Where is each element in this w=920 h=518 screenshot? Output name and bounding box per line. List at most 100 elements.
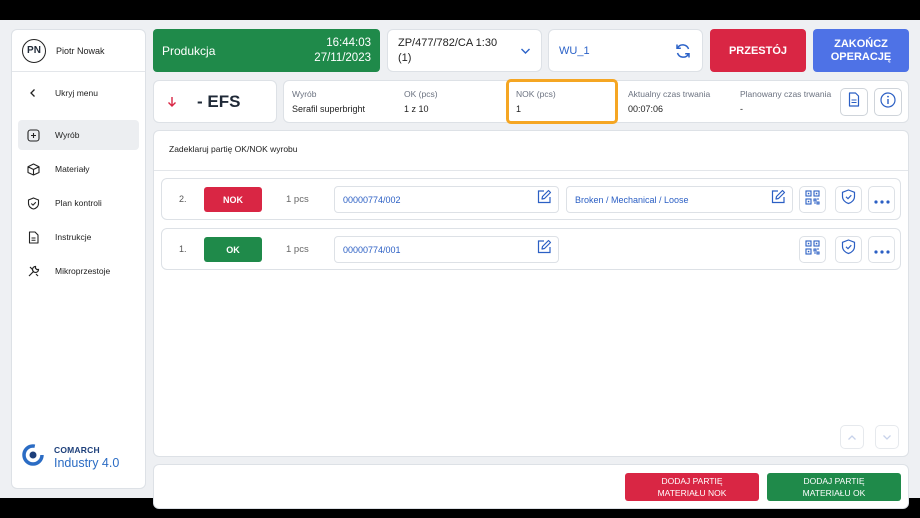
operation-card: - EFS (153, 80, 277, 123)
info-button[interactable] (874, 88, 902, 116)
chevron-left-icon (26, 86, 40, 100)
sidebar-item-label: Plan kontroli (55, 198, 102, 208)
box-icon (26, 162, 40, 176)
comarch-logo-icon (20, 443, 46, 472)
info-icon (880, 91, 896, 113)
row-number: 2. (179, 194, 187, 204)
sidebar-item-instructions[interactable]: Instrukcje (18, 222, 139, 252)
add-nok-label-line2: MATERIAŁU NOK (657, 488, 727, 498)
document-icon (26, 230, 40, 244)
sidebar-item-micro-downtime[interactable]: Mikroprzestoje (18, 256, 139, 286)
comarch-logo: COMARCH Industry 4.0 (20, 443, 119, 472)
finish-label-line1: ZAKOŃCZ (834, 37, 888, 50)
user-name: Piotr Nowak (56, 45, 105, 56)
order-number: ZP/477/782/CA 1:30 (398, 36, 498, 49)
batch-number-field[interactable]: 00000774/001 (334, 236, 559, 263)
finish-label-line2: OPERACJĘ (830, 50, 892, 63)
sidebar-item-control-plan[interactable]: Plan kontroli (18, 188, 139, 218)
scroll-down-button[interactable] (875, 425, 899, 449)
ok-value: 1 z 10 (404, 104, 429, 114)
tools-icon (26, 264, 40, 278)
refresh-icon[interactable] (674, 42, 692, 60)
planned-duration-label: Planowany czas trwania (740, 89, 832, 99)
shield-check-icon (841, 189, 856, 210)
actual-duration-info: Aktualny czas trwania 00:07:06 (628, 89, 710, 114)
avatar: PN (22, 38, 46, 63)
shield-check-icon (26, 196, 40, 210)
document-button[interactable] (840, 88, 868, 116)
add-nok-batch-button[interactable]: DODAJ PARTIĘ MATERIAŁU NOK (625, 473, 759, 501)
row-number: 1. (179, 244, 187, 254)
ok-info: OK (pcs) 1 z 10 (404, 89, 438, 114)
more-horizontal-icon (873, 241, 890, 259)
chevron-down-icon (882, 428, 892, 446)
panel-title: Zadeklaruj partię OK/NOK wyrobu (154, 131, 908, 171)
plus-square-icon (26, 128, 40, 142)
info-bar: Wyrób Serafil superbright OK (pcs) 1 z 1… (283, 79, 909, 124)
shield-check-icon (841, 239, 856, 260)
status-badge-nok[interactable]: NOK (204, 187, 262, 212)
actual-duration-label: Aktualny czas trwania (628, 89, 711, 99)
qr-code-button[interactable] (799, 236, 826, 263)
edit-icon[interactable] (536, 239, 552, 260)
sidebar-item-product[interactable]: Wyrób (18, 120, 139, 150)
workstation-name: WU_1 (559, 44, 590, 57)
sidebar-item-materials[interactable]: Materiały (18, 154, 139, 184)
nok-value: 1 (516, 104, 522, 114)
actual-duration-value: 00:07:06 (628, 104, 664, 114)
sidebar-item-label: Instrukcje (55, 232, 92, 242)
add-ok-label-line1: DODAJ PARTIĘ (803, 476, 865, 486)
qr-code-icon (805, 189, 820, 210)
chevron-up-icon (847, 428, 857, 446)
quantity: 1 pcs (286, 194, 309, 205)
app-window: PN Piotr Nowak Ukryj menu Wyrób Materiał… (0, 20, 920, 509)
footer-bar: DODAJ PARTIĘ MATERIAŁU NOK DODAJ PARTIĘ … (153, 464, 909, 509)
sidebar-item-label: Mikroprzestoje (55, 266, 111, 276)
add-ok-batch-button[interactable]: DODAJ PARTIĘ MATERIAŁU OK (767, 473, 901, 501)
quantity: 1 pcs (286, 244, 309, 255)
batch-number: 00000774/001 (343, 244, 401, 255)
user-profile[interactable]: PN Piotr Nowak (12, 30, 145, 72)
status-badge-ok[interactable]: OK (204, 237, 262, 262)
product-label: Wyrób (292, 89, 317, 99)
finish-operation-button[interactable]: ZAKOŃCZ OPERACJĘ (813, 29, 909, 72)
batch-row: 2. NOK 1 pcs 00000774/002 Broken / Mecha… (161, 178, 901, 220)
nok-label: NOK (pcs) (516, 89, 556, 99)
downtime-button[interactable]: PRZESTÓJ (710, 29, 806, 72)
product-value: Serafil superbright (292, 104, 366, 114)
scroll-up-button[interactable] (840, 425, 864, 449)
defect-reason-field[interactable]: Broken / Mechanical / Loose (566, 186, 793, 213)
logo-line2: Industry 4.0 (54, 456, 120, 470)
edit-icon[interactable] (536, 189, 552, 210)
sidebar-item-label: Materiały (55, 164, 90, 174)
operation-code: - EFS (197, 91, 241, 111)
batch-number-field[interactable]: 00000774/002 (334, 186, 559, 213)
chevron-down-icon (520, 47, 531, 55)
qr-code-icon (805, 239, 820, 260)
add-ok-label-line2: MATERIAŁU OK (802, 488, 866, 498)
planned-duration-info: Planowany czas trwania - (740, 89, 831, 114)
sidebar-item-label: Ukryj menu (55, 88, 98, 98)
product-info: Wyrób Serafil superbright (292, 89, 365, 114)
batch-panel: Zadeklaruj partię OK/NOK wyrobu 2. NOK 1… (153, 130, 909, 457)
current-date: 27/11/2023 (314, 51, 371, 64)
add-nok-label-line1: DODAJ PARTIĘ (661, 476, 723, 486)
more-options-button[interactable] (868, 236, 895, 263)
sidebar-item-hide-menu[interactable]: Ukryj menu (18, 78, 139, 108)
sidebar-item-label: Wyrób (55, 130, 80, 140)
arrow-down-icon (167, 96, 177, 108)
quality-check-button[interactable] (835, 186, 862, 213)
workstation-select[interactable]: WU_1 (548, 29, 703, 72)
status-label: Produkcja (162, 43, 216, 58)
nok-info: NOK (pcs) 1 (516, 89, 556, 114)
order-suffix: (1) (398, 51, 412, 64)
order-select[interactable]: ZP/477/782/CA 1:30 (1) (387, 29, 542, 72)
more-options-button[interactable] (868, 186, 895, 213)
quality-check-button[interactable] (835, 236, 862, 263)
edit-icon[interactable] (770, 189, 786, 210)
sidebar: PN Piotr Nowak Ukryj menu Wyrób Materiał… (11, 29, 146, 489)
batch-row: 1. OK 1 pcs 00000774/001 (161, 228, 901, 270)
document-icon (847, 92, 861, 112)
ok-label: OK (pcs) (404, 89, 438, 99)
qr-code-button[interactable] (799, 186, 826, 213)
